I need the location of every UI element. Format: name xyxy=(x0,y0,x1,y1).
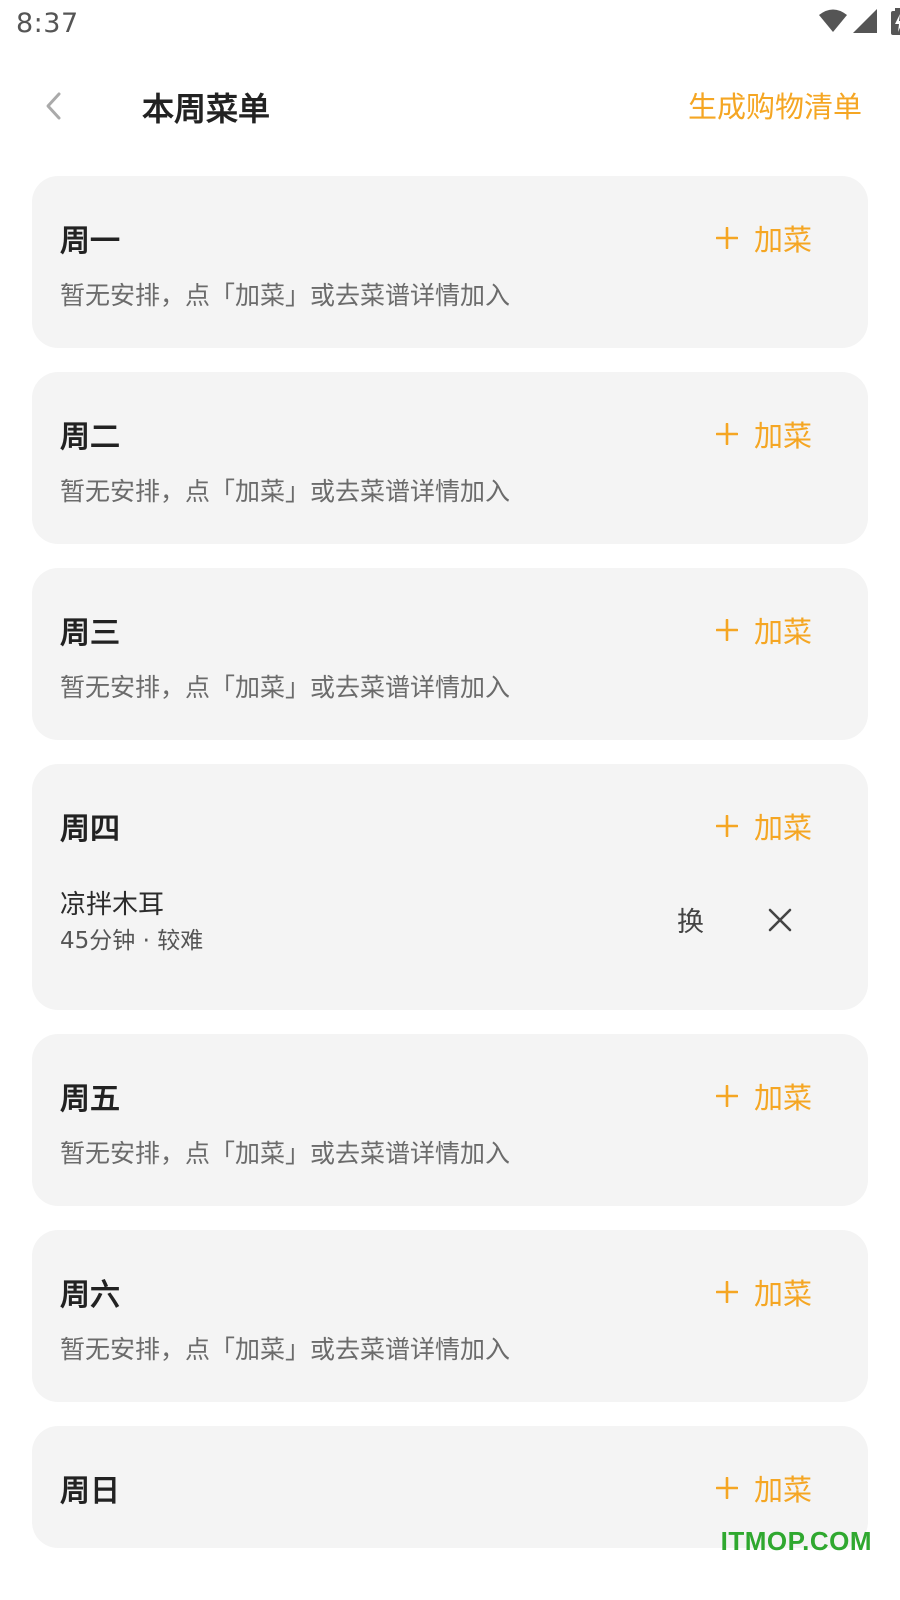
plus-icon xyxy=(715,423,738,445)
top-bar: 本周菜单 生成购物清单 xyxy=(0,70,900,140)
back-button[interactable] xyxy=(28,80,80,132)
remove-dish-button[interactable] xyxy=(760,900,800,940)
day-list: 周一 加菜 暂无安排，点「加菜」或去菜谱详情加入 周二 加菜 暂无安排，点「加菜… xyxy=(32,176,868,1572)
add-dish-label: 加菜 xyxy=(753,1277,812,1311)
status-time: 8:37 xyxy=(16,8,79,39)
dish-item[interactable]: 凉拌木耳 45分钟 · 较难 换 xyxy=(60,876,840,976)
add-dish-label: 加菜 xyxy=(753,615,812,649)
add-dish-button[interactable]: 加菜 xyxy=(715,1464,812,1512)
day-card-wednesday: 周三 加菜 暂无安排，点「加菜」或去菜谱详情加入 xyxy=(32,568,868,740)
add-dish-label: 加菜 xyxy=(753,223,812,257)
plus-icon xyxy=(715,815,738,837)
empty-hint: 暂无安排，点「加菜」或去菜谱详情加入 xyxy=(60,281,511,310)
add-dish-button[interactable]: 加菜 xyxy=(715,1268,812,1316)
plus-icon xyxy=(715,1281,738,1303)
day-card-monday: 周一 加菜 暂无安排，点「加菜」或去菜谱详情加入 xyxy=(32,176,868,348)
add-dish-label: 加菜 xyxy=(753,1081,812,1115)
generate-shopping-list-button[interactable]: 生成购物清单 xyxy=(688,84,862,126)
page-title: 本周菜单 xyxy=(142,90,271,128)
empty-hint: 暂无安排，点「加菜」或去菜谱详情加入 xyxy=(60,477,511,506)
app-screen: 8:37 本周菜单 生成购物清单 周一 加菜 暂无安排，点「加菜」或去菜谱详情加… xyxy=(0,0,900,1600)
status-bar: 8:37 xyxy=(0,0,900,50)
chevron-left-icon xyxy=(46,92,61,120)
add-dish-button[interactable]: 加菜 xyxy=(715,214,812,262)
plus-icon xyxy=(715,1085,738,1107)
add-dish-label: 加菜 xyxy=(753,1473,812,1507)
plus-icon xyxy=(715,619,738,641)
day-card-tuesday: 周二 加菜 暂无安排，点「加菜」或去菜谱详情加入 xyxy=(32,372,868,544)
add-dish-button[interactable]: 加菜 xyxy=(715,802,812,850)
close-icon xyxy=(768,908,792,932)
day-card-saturday: 周六 加菜 暂无安排，点「加菜」或去菜谱详情加入 xyxy=(32,1230,868,1402)
dish-meta: 45分钟 · 较难 xyxy=(60,928,204,954)
battery-icon xyxy=(891,8,900,35)
add-dish-label: 加菜 xyxy=(753,811,812,845)
add-dish-button[interactable]: 加菜 xyxy=(715,410,812,458)
day-card-friday: 周五 加菜 暂无安排，点「加菜」或去菜谱详情加入 xyxy=(32,1034,868,1206)
wifi-icon xyxy=(819,9,847,32)
day-card-thursday: 周四 加菜 凉拌木耳 45分钟 · 较难 换 xyxy=(32,764,868,1010)
watermark-text: ITMOP.COM xyxy=(720,1526,872,1556)
empty-hint: 暂无安排，点「加菜」或去菜谱详情加入 xyxy=(60,673,511,702)
add-dish-button[interactable]: 加菜 xyxy=(715,606,812,654)
swap-dish-button[interactable]: 换 xyxy=(677,900,704,939)
empty-hint: 暂无安排，点「加菜」或去菜谱详情加入 xyxy=(60,1139,511,1168)
add-dish-button[interactable]: 加菜 xyxy=(715,1072,812,1120)
add-dish-label: 加菜 xyxy=(753,419,812,453)
plus-icon xyxy=(715,1477,738,1499)
empty-hint: 暂无安排，点「加菜」或去菜谱详情加入 xyxy=(60,1335,511,1364)
dish-name: 凉拌木耳 xyxy=(60,890,165,920)
signal-icon xyxy=(853,9,877,33)
plus-icon xyxy=(715,227,738,249)
